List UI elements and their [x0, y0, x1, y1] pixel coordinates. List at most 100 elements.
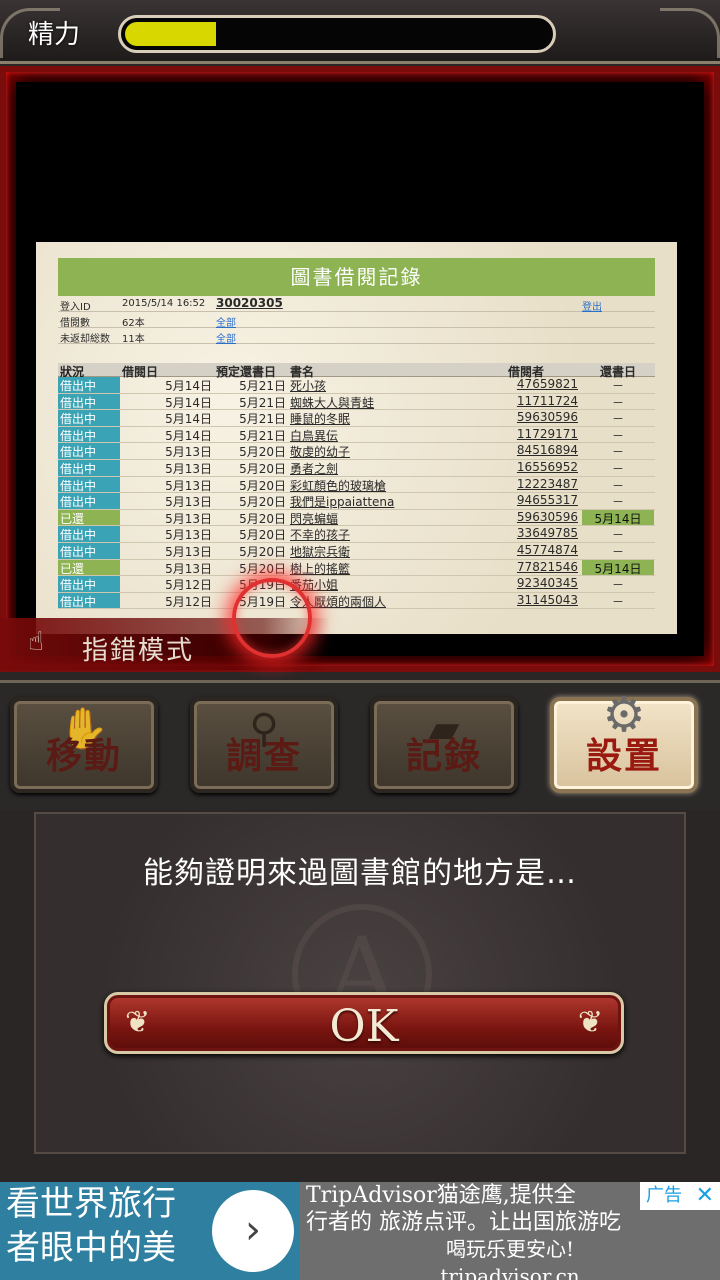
loan-table: 狀況 借閱日 預定還書日 書名 借閱者 還書日 借出中 5月14日 5月21日 死小孩… [58, 363, 655, 610]
loan-book-title: 彩虹顏色的玻璃槍 [290, 478, 387, 493]
loan-lend-date: 5月13日 [165, 528, 212, 543]
loan-lend-date: 5月12日 [165, 578, 212, 593]
loan-borrower: 59630596 [516, 509, 578, 524]
loan-lend-date: 5月13日 [165, 495, 212, 510]
loan-due-date: 5月21日 [239, 428, 286, 443]
pointer-mode-label[interactable]: 指錯模式 [82, 630, 194, 667]
ad-banner[interactable]: 看世界旅行者眼中的美 › TripAdvisor猫途鹰,提供全 行者的 旅游点评… [0, 1182, 720, 1280]
loan-lend-date: 5月13日 [165, 461, 212, 476]
info-row: 登入ID 2015/5/14 16:52 30020305 登出 [58, 296, 655, 313]
loan-return-date: － [611, 528, 624, 543]
move-button[interactable]: ✋ 移動 [10, 697, 158, 793]
loan-lend-date: 5月14日 [165, 379, 212, 393]
stamina-fill [125, 22, 216, 46]
logout-link[interactable]: 登出 [582, 298, 602, 313]
loan-row: 借出中 5月12日 5月19日 令人厭煩的兩個人 31145043 － [58, 592, 655, 610]
loan-row: 借出中 5月13日 5月20日 不幸的孩子 33649785 － [58, 526, 655, 543]
loan-book-title: 我們是ippaiattena [290, 495, 395, 510]
loan-borrower: 94655317 [516, 493, 578, 508]
loan-lend-date: 5月13日 [165, 561, 212, 576]
loan-status: 借出中 [58, 526, 120, 542]
move-button-label: 移動 [45, 736, 122, 777]
ok-button[interactable]: ❦ OK ❦ [104, 992, 624, 1054]
loan-book-title: 蜘蛛大人與青蛙 [290, 395, 375, 410]
loan-due-date: 5月20日 [239, 495, 286, 510]
document-title: 圖書借閱記錄 [58, 258, 655, 296]
info-key: 登入ID [60, 302, 91, 313]
info-value: 11本 [122, 334, 145, 345]
loan-return-date: － [611, 428, 624, 443]
loan-borrower: 84516894 [516, 443, 578, 458]
ad-left-text: 看世界旅行者眼中的美 [6, 1184, 176, 1268]
loan-status: 借出中 [58, 410, 120, 426]
info-value: 2015/5/14 16:52 [122, 298, 206, 309]
login-id: 30020305 [216, 296, 283, 310]
loan-return-date: － [611, 478, 624, 493]
loan-lend-date: 5月13日 [165, 478, 212, 493]
info-row: 未返却総数 11本 全部 [58, 328, 655, 345]
loan-row: 借出中 5月12日 5月19日 番茄小姐 92340345 － [58, 576, 655, 593]
pointing-hand-icon: ☝ [28, 627, 44, 657]
view-all-link[interactable]: 全部 [216, 314, 236, 329]
ad-line-3: 喝玩乐更安心! [445, 1237, 575, 1261]
loan-status: 借出中 [58, 542, 120, 559]
chevron-right-icon[interactable]: › [212, 1190, 294, 1272]
loan-borrower: 11729171 [516, 426, 578, 441]
ad-badge[interactable]: 广告 ✕ [640, 1182, 720, 1210]
loan-row: 借出中 5月13日 5月20日 我們是ippaiattena 94655317 － [58, 493, 655, 510]
settings-button[interactable]: ⚙ 設置 [550, 691, 698, 793]
loan-lend-date: 5月13日 [165, 511, 212, 526]
loan-due-date: 5月20日 [239, 445, 286, 460]
header-status: 狀況 [60, 365, 85, 379]
loan-due-date: 5月20日 [239, 461, 286, 476]
loan-lend-date: 5月12日 [165, 594, 212, 609]
investigate-button[interactable]: ⚲ 調查 [190, 697, 338, 793]
library-record-document[interactable]: 圖書借閱記錄 登入ID 2015/5/14 16:52 30020305 登出借閱數 6… [36, 242, 677, 634]
loan-return-date: 5月14日 [582, 509, 654, 526]
loan-book-title: 地獄宗兵衛 [290, 544, 351, 559]
loan-status: 借出中 [58, 377, 120, 393]
loan-borrower: 12223487 [516, 476, 578, 491]
info-key: 未返却総数 [60, 334, 110, 345]
loan-lend-date: 5月13日 [165, 445, 212, 460]
loan-return-date: － [611, 395, 624, 410]
ok-button-label: OK [329, 1001, 399, 1052]
loan-status: 借出中 [58, 459, 120, 476]
stamina-label: 精力 [28, 20, 81, 50]
loan-book-title: 樹上的搖籃 [290, 561, 351, 576]
pointer-lens[interactable] [232, 578, 312, 658]
dialog-message: 能夠證明來過圖書館的地方是… [143, 856, 577, 891]
loan-book-title: 閃亮蝙蝠 [290, 511, 339, 526]
loan-due-date: 5月21日 [239, 395, 286, 410]
question-dialog: A 能夠證明來過圖書館的地方是… ❦ OK ❦ [34, 812, 686, 1154]
loan-row: 借出中 5月13日 5月20日 勇者之劍 16556952 － [58, 459, 655, 477]
loan-borrower: 92340345 [516, 576, 578, 591]
loan-status: 借出中 [58, 592, 120, 609]
record-button[interactable]: ▰ 記錄 [370, 697, 518, 793]
stamina-bar [118, 15, 556, 53]
loan-lend-date: 5月14日 [165, 428, 212, 443]
loan-return-date: － [611, 578, 624, 593]
view-all-link[interactable]: 全部 [216, 330, 236, 345]
info-key: 借閱數 [60, 318, 90, 329]
corner-ornament-right [660, 8, 720, 58]
top-bar: 精力 [0, 0, 720, 64]
loan-return-date: － [611, 379, 624, 393]
loan-due-date: 5月20日 [239, 561, 286, 576]
settings-button-label: 設置 [585, 736, 662, 777]
loan-due-date: 5月20日 [239, 528, 286, 543]
loan-book-title: 睡鼠的冬眠 [290, 412, 351, 427]
info-value: 62本 [122, 318, 145, 329]
loan-borrower: 33649785 [516, 526, 578, 541]
loan-return-date: － [611, 544, 624, 559]
loan-lend-date: 5月14日 [165, 395, 212, 410]
record-button-label: 記錄 [405, 736, 482, 777]
menu-bar: ✋ 移動 ⚲ 調查 ▰ 記錄 ⚙ 設置 [0, 680, 720, 810]
loan-row: 借出中 5月13日 5月20日 敬虔的幼子 84516894 － [58, 443, 655, 460]
ad-image-panel[interactable]: 看世界旅行者眼中的美 › [0, 1182, 300, 1280]
loan-borrower: 11711724 [516, 393, 578, 408]
close-icon[interactable]: ✕ [696, 1182, 714, 1210]
loan-return-date: － [611, 445, 624, 460]
loan-due-date: 5月21日 [239, 379, 286, 393]
loan-status: 借出中 [58, 426, 120, 443]
